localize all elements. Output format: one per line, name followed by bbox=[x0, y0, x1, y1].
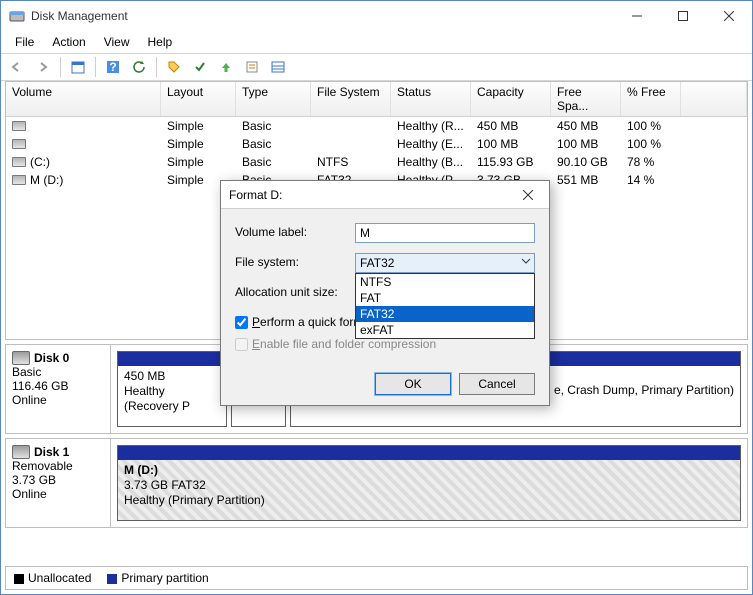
window-title: Disk Management bbox=[31, 9, 614, 23]
drive-icon bbox=[12, 121, 26, 131]
col-capacity[interactable]: Capacity bbox=[471, 82, 551, 116]
volume-label-input[interactable] bbox=[355, 223, 535, 243]
back-icon[interactable] bbox=[5, 56, 29, 78]
swatch-primary bbox=[107, 574, 117, 584]
file-system-dropdown: NTFS FAT FAT32 exFAT bbox=[355, 273, 535, 339]
partition[interactable]: 450 MBHealthy (Recovery P bbox=[117, 351, 227, 427]
ok-button[interactable]: OK bbox=[375, 373, 451, 395]
disk-title: Disk 1 bbox=[34, 445, 69, 459]
title-bar: Disk Management bbox=[1, 1, 752, 31]
minimize-button[interactable] bbox=[614, 1, 660, 31]
allocation-size-label: Allocation unit size: bbox=[235, 283, 355, 299]
col-status[interactable]: Status bbox=[391, 82, 471, 116]
col-pct[interactable]: % Free bbox=[621, 82, 681, 116]
swatch-unallocated bbox=[14, 574, 24, 584]
legend: Unallocated Primary partition bbox=[5, 566, 748, 590]
forward-icon[interactable] bbox=[31, 56, 55, 78]
partition[interactable]: M (D:)3.73 GB FAT32Healthy (Primary Part… bbox=[117, 445, 741, 521]
option-fat32[interactable]: FAT32 bbox=[356, 306, 534, 322]
disk-1-card: Disk 1 Removable 3.73 GB Online M (D:)3.… bbox=[5, 438, 748, 528]
volume-row[interactable]: SimpleBasicHealthy (E...100 MB100 MB100 … bbox=[6, 135, 747, 153]
option-exfat[interactable]: exFAT bbox=[356, 322, 534, 338]
disk-icon bbox=[12, 445, 30, 459]
disk-title: Disk 0 bbox=[34, 351, 69, 365]
volume-row[interactable]: (C:) SimpleBasicNTFSHealthy (B...115.93 … bbox=[6, 153, 747, 171]
refresh-icon[interactable] bbox=[127, 56, 151, 78]
col-free[interactable]: Free Spa... bbox=[551, 82, 621, 116]
chevron-down-icon bbox=[521, 256, 531, 266]
properties-icon[interactable] bbox=[240, 56, 264, 78]
svg-text:?: ? bbox=[109, 60, 116, 74]
col-fs[interactable]: File System bbox=[311, 82, 391, 116]
format-dialog: Format D: Volume label: File system: FAT… bbox=[220, 180, 550, 406]
dialog-title: Format D: bbox=[229, 188, 515, 202]
menu-help[interactable]: Help bbox=[140, 33, 181, 51]
disk-icon bbox=[12, 351, 30, 365]
volume-label-label: Volume label: bbox=[235, 223, 355, 239]
option-ntfs[interactable]: NTFS bbox=[356, 274, 534, 290]
maximize-button[interactable] bbox=[660, 1, 706, 31]
toolbar: ? bbox=[1, 53, 752, 81]
file-system-label: File system: bbox=[235, 253, 355, 269]
list-icon[interactable] bbox=[266, 56, 290, 78]
menu-action[interactable]: Action bbox=[44, 33, 93, 51]
col-type[interactable]: Type bbox=[236, 82, 311, 116]
app-icon bbox=[9, 8, 25, 24]
col-layout[interactable]: Layout bbox=[161, 82, 236, 116]
menu-bar: File Action View Help bbox=[1, 31, 752, 53]
col-volume[interactable]: Volume bbox=[6, 82, 161, 116]
check-icon[interactable] bbox=[188, 56, 212, 78]
file-system-combobox[interactable]: FAT32 bbox=[355, 253, 535, 273]
drive-icon bbox=[12, 139, 26, 149]
cancel-button[interactable]: Cancel bbox=[459, 373, 535, 395]
calendar-icon[interactable] bbox=[66, 56, 90, 78]
volume-row[interactable]: SimpleBasicHealthy (R...450 MB450 MB100 … bbox=[6, 117, 747, 135]
drive-icon bbox=[12, 175, 26, 185]
help-icon[interactable]: ? bbox=[101, 56, 125, 78]
dialog-close-button[interactable] bbox=[515, 184, 541, 206]
close-button[interactable] bbox=[706, 1, 752, 31]
tag-icon[interactable] bbox=[162, 56, 186, 78]
menu-view[interactable]: View bbox=[96, 33, 138, 51]
option-fat[interactable]: FAT bbox=[356, 290, 534, 306]
drive-icon bbox=[12, 157, 26, 167]
menu-file[interactable]: File bbox=[7, 33, 42, 51]
volume-header: Volume Layout Type File System Status Ca… bbox=[6, 82, 747, 117]
up-arrow-icon[interactable] bbox=[214, 56, 238, 78]
